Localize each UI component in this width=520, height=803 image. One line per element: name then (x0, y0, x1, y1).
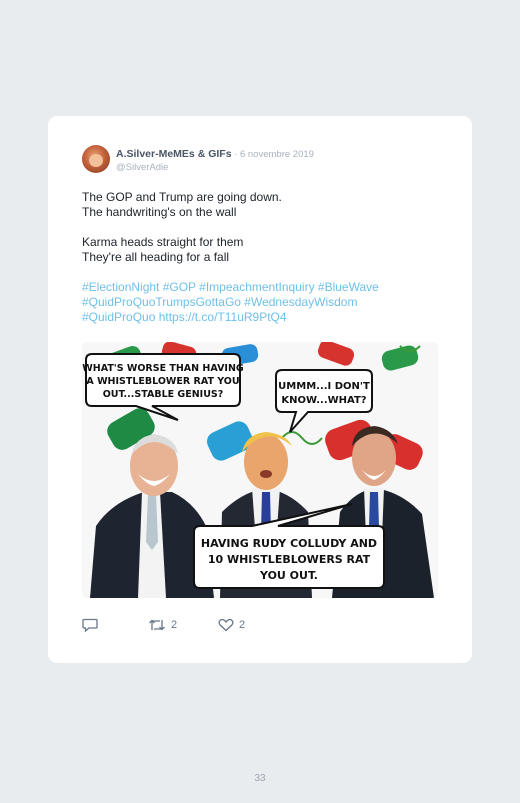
heart-icon (218, 618, 234, 632)
tweet-line: They're all heading for a fall (82, 250, 230, 264)
bubble-bottom-line: YOU OUT. (259, 569, 318, 582)
like-count: 2 (239, 619, 246, 631)
avatar[interactable] (82, 145, 110, 173)
retweet-button[interactable]: 2 (148, 618, 218, 632)
meme-image[interactable]: WHAT'S WORSE THAN HAVING A WHISTLEBLOWER… (82, 342, 438, 598)
like-button[interactable]: 2 (218, 618, 245, 632)
bubble-bottom-line: 10 WHISTLEBLOWERS RAT (208, 553, 371, 566)
retweet-count: 2 (171, 619, 178, 631)
tweet-text: The GOP and Trump are going down. The ha… (82, 190, 442, 325)
tweet-actions: 2 2 (82, 618, 245, 632)
tweet-header: A.Silver-MeMEs & GIFs · 6 novembre 2019 … (82, 145, 314, 174)
bubble-left-line: A WHISTLEBLOWER RAT YOU (86, 376, 239, 387)
bubble-left-line: WHAT'S WORSE THAN HAVING (82, 363, 244, 374)
tweet-date[interactable]: · 6 novembre 2019 (232, 149, 314, 160)
reply-icon (82, 618, 98, 632)
tweet-card: A.Silver-MeMEs & GIFs · 6 novembre 2019 … (48, 116, 472, 663)
page-number: 33 (254, 773, 266, 784)
tweet-line: The handwriting's on the wall (82, 205, 237, 219)
bubble-bottom-line: HAVING RUDY COLLUDY AND (201, 537, 377, 550)
reply-button[interactable] (82, 618, 148, 632)
author-meta: A.Silver-MeMEs & GIFs · 6 novembre 2019 … (116, 145, 314, 174)
bubble-right-line: UMMM...I DON'T (278, 381, 370, 392)
hashtags-line-2[interactable]: #QuidProQuoTrumpsGottaGo #WednesdayWisdo… (82, 295, 442, 310)
bubble-left-line: OUT...STABLE GENIUS? (103, 389, 224, 400)
tweet-line: Karma heads straight for them (82, 235, 244, 249)
hashtags-line-1[interactable]: #ElectionNight #GOP #ImpeachmentInquiry … (82, 280, 442, 295)
retweet-icon (149, 619, 165, 631)
tweet-line: The GOP and Trump are going down. (82, 190, 282, 204)
author-handle[interactable]: @SilverAdie (116, 161, 314, 174)
bubble-right-line: KNOW...WHAT? (281, 395, 366, 406)
speech-bubble-left: WHAT'S WORSE THAN HAVING A WHISTLEBLOWER… (82, 353, 244, 421)
author-name[interactable]: A.Silver-MeMEs & GIFs (116, 148, 232, 160)
hashtags-line-3[interactable]: #QuidProQuo https://t.co/T11uR9PtQ4 (82, 310, 442, 325)
